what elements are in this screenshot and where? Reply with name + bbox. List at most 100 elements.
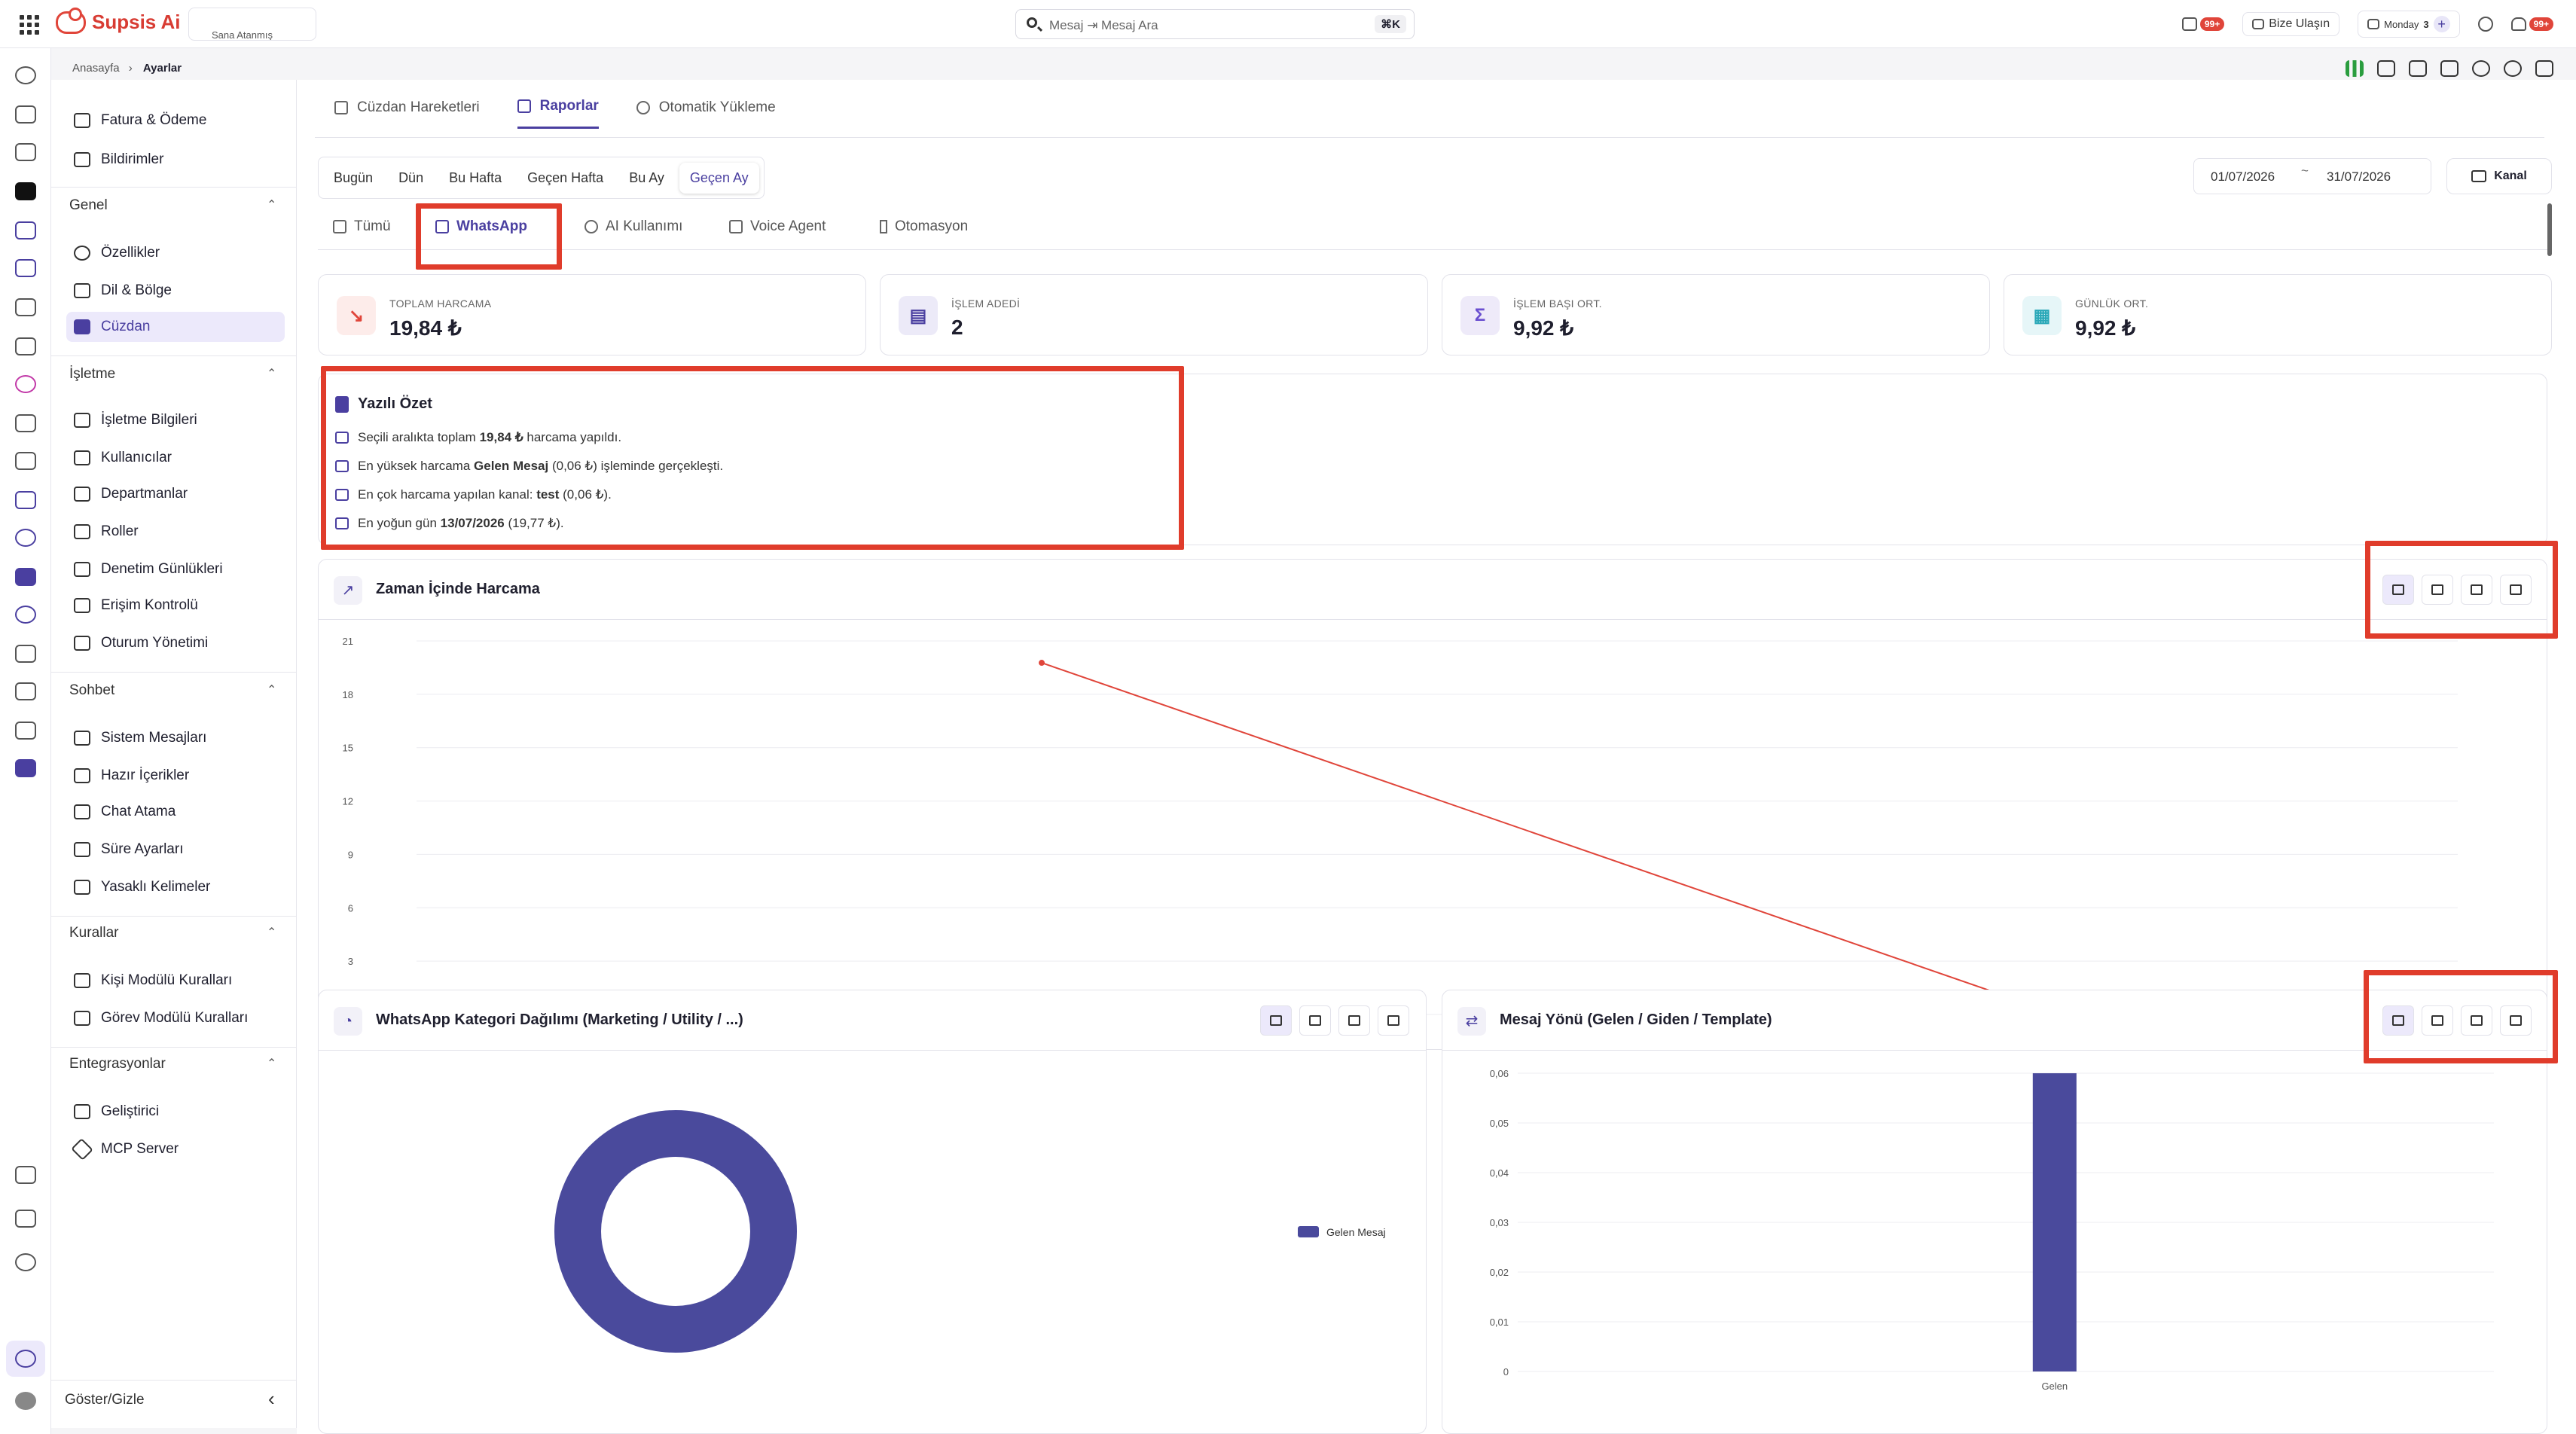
sidebar-item-business-info[interactable]: İşletme Bilgileri xyxy=(74,405,197,435)
user-card-icon[interactable] xyxy=(15,759,36,777)
table-icon[interactable] xyxy=(15,645,36,663)
sidebar-item-audit-logs[interactable]: Denetim Günlükleri xyxy=(74,554,223,584)
sidebar-item-access-control[interactable]: Erişim Kontrolü xyxy=(74,590,198,621)
contacts-icon[interactable] xyxy=(15,105,36,124)
subtab-ai-usage[interactable]: AI Kullanımı xyxy=(584,218,682,235)
period-this-month[interactable]: Bu Ay xyxy=(618,163,675,194)
gear-icon[interactable] xyxy=(15,1350,36,1368)
period-this-week[interactable]: Bu Hafta xyxy=(438,163,512,194)
section-genel[interactable]: Genel xyxy=(69,197,108,214)
chevron-up-icon[interactable]: ⌃ xyxy=(267,925,276,940)
download-button[interactable] xyxy=(1378,1005,1409,1036)
table-icon[interactable] xyxy=(15,298,36,316)
date-end[interactable]: 31/07/2026 xyxy=(2327,169,2391,185)
tab-reports[interactable]: Raporlar xyxy=(517,98,599,129)
search-input[interactable]: Mesaj ⇥ Mesaj Ara ⌘K xyxy=(1015,9,1415,39)
contact-button[interactable]: Bize Ulaşın xyxy=(2242,12,2340,36)
whatsapp-icon[interactable] xyxy=(2472,60,2490,77)
window-icon[interactable] xyxy=(15,259,36,277)
chevron-up-icon[interactable]: ⌃ xyxy=(267,1056,276,1071)
puzzle-icon[interactable] xyxy=(15,491,36,509)
y-tick-label: 0 xyxy=(1503,1366,1509,1378)
add-icon[interactable]: + xyxy=(2433,16,2450,32)
sidebar-item-sessions[interactable]: Oturum Yönetimi xyxy=(74,628,208,658)
sidebar-item-wallet[interactable]: Cüzdan xyxy=(66,312,285,342)
headset-icon[interactable] xyxy=(2504,60,2522,77)
help-icon[interactable] xyxy=(2477,17,2493,32)
table-icon[interactable] xyxy=(15,414,36,432)
sidebar-item-roles[interactable]: Roller xyxy=(74,517,139,547)
subtab-voice-agent[interactable]: Voice Agent xyxy=(729,218,826,235)
period-last-week[interactable]: Geçen Hafta xyxy=(517,163,614,194)
table-icon[interactable] xyxy=(15,452,36,470)
sidebar-item-task-rules[interactable]: Görev Modülü Kuralları xyxy=(74,1003,248,1033)
user-card-icon[interactable] xyxy=(15,568,36,586)
window-icon[interactable] xyxy=(2535,60,2553,77)
sidebar-toggle-label[interactable]: Göster/Gizle xyxy=(65,1392,145,1408)
section-entegrasyonlar[interactable]: Entegrasyonlar xyxy=(69,1056,166,1072)
date-start[interactable]: 01/07/2026 xyxy=(2211,169,2275,185)
period-yesterday[interactable]: Dün xyxy=(388,163,434,194)
avatar-icon[interactable] xyxy=(15,375,36,393)
hierarchy-icon[interactable] xyxy=(15,1210,36,1228)
copy-button[interactable] xyxy=(1299,1005,1331,1036)
table-icon[interactable] xyxy=(15,722,36,740)
window-icon[interactable] xyxy=(15,221,36,240)
sidebar-item-time-settings[interactable]: Süre Ayarları xyxy=(74,834,183,865)
calendar-button[interactable]: Monday 3 + xyxy=(2358,11,2460,38)
donut-icon: ◔ xyxy=(334,1007,362,1036)
inbox-icon[interactable] xyxy=(15,143,36,161)
tab-auto-reload[interactable]: Otomatik Yükleme xyxy=(636,98,776,129)
sidebar-item-users[interactable]: Kullanıcılar xyxy=(74,443,172,473)
section-sohbet[interactable]: Sohbet xyxy=(69,682,114,699)
chart-type-toggle-button[interactable] xyxy=(1260,1005,1292,1036)
sidebar-item-departments[interactable]: Departmanlar xyxy=(74,479,188,509)
scrollbar[interactable] xyxy=(2547,203,2552,256)
stat-value: 9,92 ₺ xyxy=(2075,316,2136,340)
date-range-picker[interactable]: 01/07/2026 ~ 31/07/2026 xyxy=(2193,158,2431,194)
sidebar-item-contact-rules[interactable]: Kişi Modülü Kuralları xyxy=(74,966,232,996)
assignment-filter[interactable]: Sana Atanmış xyxy=(188,8,316,41)
breadcrumb-home[interactable]: Anasayfa xyxy=(72,62,120,75)
timer-icon[interactable] xyxy=(15,529,36,547)
sidebar-item-billing[interactable]: Fatura & Ödeme xyxy=(74,105,206,136)
logo[interactable]: Supsis Ai xyxy=(56,7,181,34)
sidebar-item-system-messages[interactable]: Sistem Mesajları xyxy=(74,723,206,753)
table-icon[interactable] xyxy=(15,337,36,355)
subtab-all[interactable]: Tümü xyxy=(333,218,391,235)
tab-wallet-transactions[interactable]: Cüzdan Hareketleri xyxy=(334,98,480,129)
sidebar-item-language[interactable]: Dil & Bölge xyxy=(74,276,172,306)
chat-icon[interactable] xyxy=(15,66,36,84)
chevron-up-icon[interactable]: ⌃ xyxy=(267,197,276,212)
layout-icon[interactable] xyxy=(15,1166,36,1184)
robot-icon[interactable] xyxy=(2377,60,2395,77)
clock-icon[interactable] xyxy=(15,1253,36,1271)
chevron-up-icon[interactable]: ⌃ xyxy=(267,682,276,697)
sidebar-item-features[interactable]: Özellikler xyxy=(74,238,160,268)
period-last-month[interactable]: Geçen Ay xyxy=(679,162,759,194)
sidebar-item-notifications[interactable]: Bildirimler xyxy=(74,145,163,175)
section-kurallar[interactable]: Kurallar xyxy=(69,925,118,941)
apps-grid-icon[interactable] xyxy=(20,15,39,35)
sidebar-item-developer[interactable]: Geliştirici xyxy=(74,1097,159,1127)
team-icon[interactable] xyxy=(2440,60,2458,77)
sidebar-item-mcp-server[interactable]: MCP Server xyxy=(71,1134,179,1164)
notifications-button[interactable]: 99+ xyxy=(2510,17,2553,32)
list-icon[interactable] xyxy=(2409,60,2427,77)
table-icon[interactable] xyxy=(15,682,36,700)
subtab-automation[interactable]: Otomasyon xyxy=(880,218,968,235)
inbox-button[interactable]: 99+ xyxy=(2181,17,2225,32)
period-today[interactable]: Bugün xyxy=(323,163,383,194)
signal-icon[interactable] xyxy=(2346,60,2364,77)
user-avatar[interactable] xyxy=(15,1392,36,1410)
analytics-icon[interactable] xyxy=(15,182,36,200)
chevron-up-icon[interactable]: ⌃ xyxy=(267,366,276,381)
chevron-left-icon[interactable]: ‹ xyxy=(268,1387,275,1411)
sidebar-item-templates[interactable]: Hazır İçerikler xyxy=(74,761,189,791)
channel-filter-button[interactable]: Kanal xyxy=(2446,158,2552,194)
section-isletme[interactable]: İşletme xyxy=(69,366,115,383)
sidebar-item-banned-words[interactable]: Yasaklı Kelimeler xyxy=(74,872,210,902)
sidebar-item-chat-assign[interactable]: Chat Atama xyxy=(74,797,175,827)
timer-icon[interactable] xyxy=(15,606,36,624)
save-image-button[interactable] xyxy=(1338,1005,1370,1036)
